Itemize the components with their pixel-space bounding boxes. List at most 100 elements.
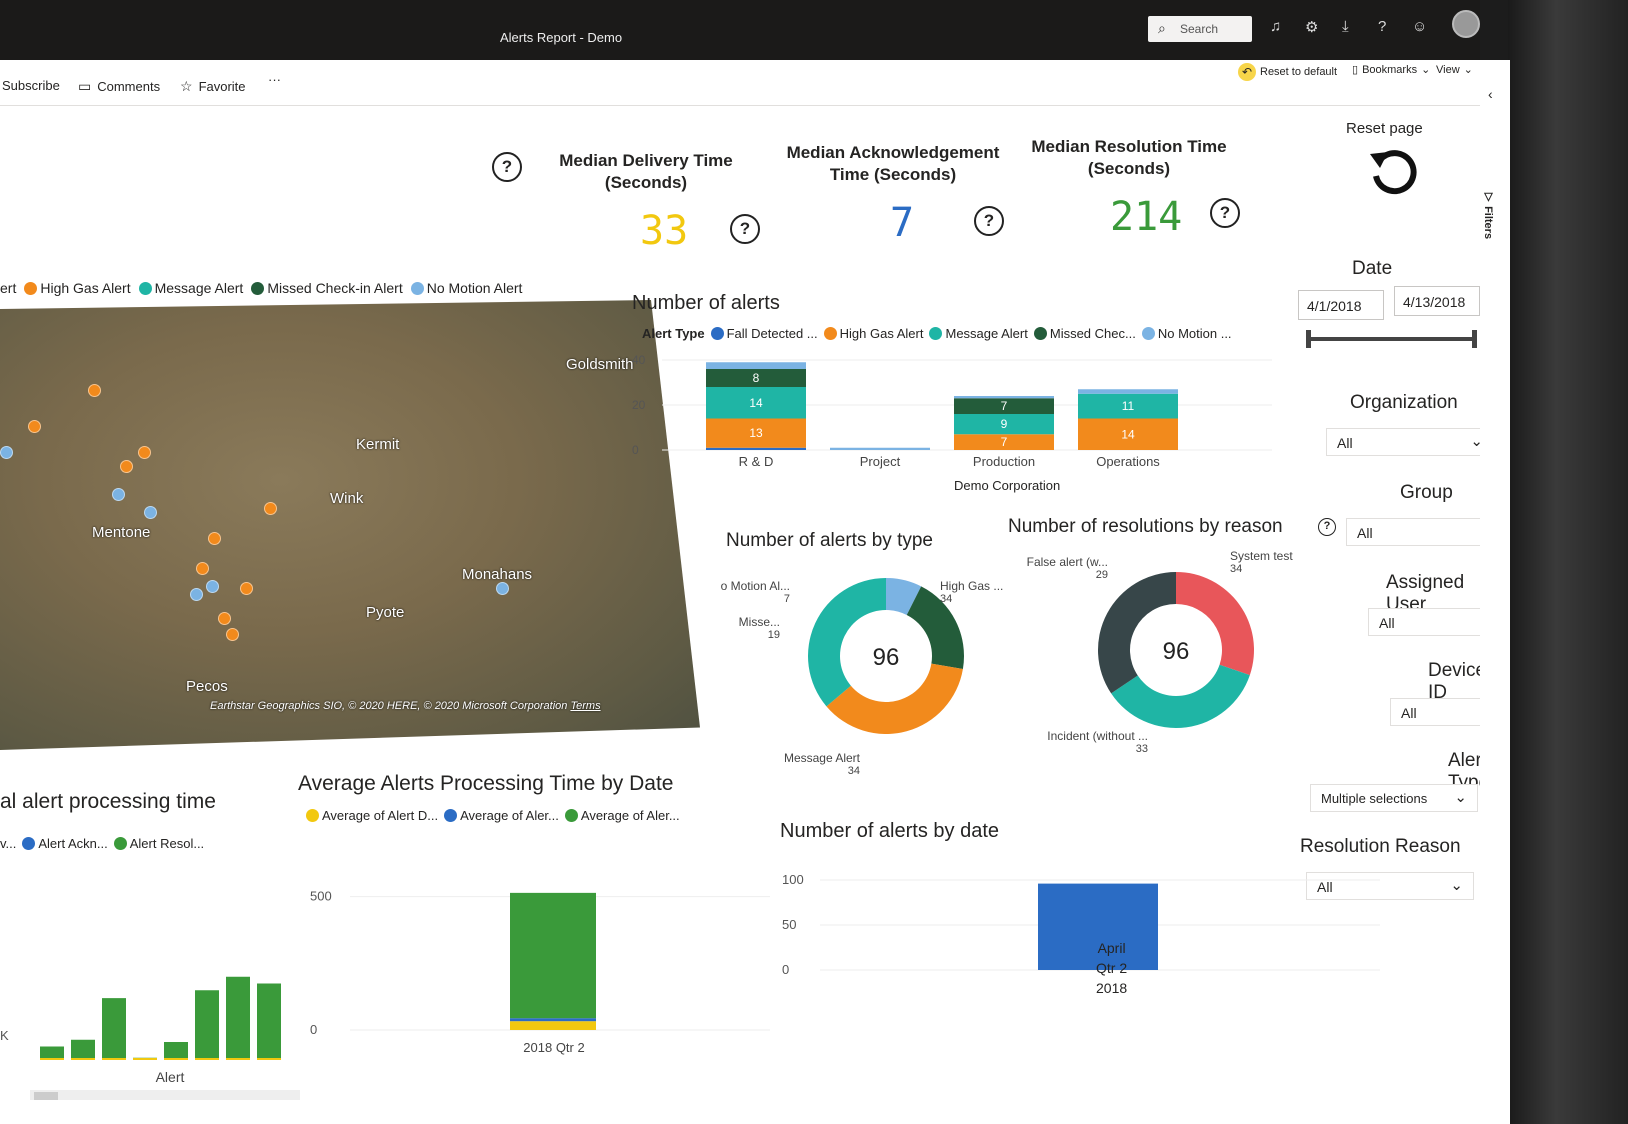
view-label: View <box>1436 63 1460 76</box>
legend-item[interactable]: Missed Chec... <box>1033 326 1136 341</box>
data-label: 13 <box>749 426 763 440</box>
bar-segment <box>1078 389 1178 394</box>
legend-item[interactable]: Average of Aler... <box>564 808 680 823</box>
donut-slice <box>826 663 963 734</box>
map-marker[interactable] <box>196 562 209 575</box>
device-id-dropdown[interactable]: All ⌄ <box>1390 698 1480 726</box>
map-marker[interactable] <box>28 420 41 433</box>
by-date-axis-labels: April Qtr 2 2018 <box>1096 938 1127 998</box>
legend-item[interactable]: Alert Ackn... <box>22 836 108 851</box>
organization-value: All <box>1337 435 1353 451</box>
donut-value-label: 34 <box>848 765 860 776</box>
legend-item[interactable]: Average of Aler... <box>444 808 559 823</box>
gear-icon[interactable]: ⚙ <box>1305 18 1318 36</box>
feedback-icon[interactable]: ☺ <box>1412 18 1427 35</box>
favorite-label: Favorite <box>198 79 246 94</box>
map-marker[interactable] <box>190 588 203 601</box>
map-legend-item[interactable]: High Gas Alert <box>24 280 131 296</box>
legend-item[interactable]: Fall Detected ... <box>710 326 818 341</box>
map-place-label: Wink <box>330 490 364 507</box>
help-icon[interactable]: ? <box>1210 198 1240 228</box>
map-terms-link[interactable]: Terms <box>570 700 600 712</box>
donut-category-label: Misse... <box>739 615 780 629</box>
legend-item[interactable]: High Gas Alert <box>823 326 923 341</box>
bar <box>164 1042 188 1060</box>
more-options-button[interactable]: ··· <box>268 72 281 87</box>
map-marker[interactable] <box>120 460 133 473</box>
data-label: 7 <box>1001 399 1008 413</box>
data-label: 14 <box>1121 427 1135 441</box>
donut-value-label: 34 <box>940 593 952 605</box>
bar-segment <box>133 1058 157 1060</box>
map-place-label: Monahans <box>462 566 533 583</box>
date-start-input[interactable]: 4/1/2018 <box>1298 290 1384 320</box>
bar-segment <box>102 1058 126 1060</box>
legend-label: Missed Chec... <box>1049 326 1136 341</box>
legend-item[interactable]: Message Alert <box>929 326 1028 341</box>
organization-dropdown[interactable]: All ⌄ <box>1326 428 1480 456</box>
legend-item[interactable]: Alert Resol... <box>113 836 204 851</box>
filters-pane[interactable]: ‹ ▽ Filters <box>1480 60 1510 1124</box>
map-marker[interactable] <box>226 628 239 641</box>
search-input[interactable]: ⌕ Search <box>1148 16 1252 42</box>
assigned-user-value: All <box>1379 615 1395 631</box>
help-icon[interactable]: ? <box>492 152 522 182</box>
help-icon[interactable]: ? <box>730 214 760 244</box>
map-marker[interactable] <box>206 580 219 593</box>
bar-segment <box>830 447 930 450</box>
kpi-delivery-value: 33 <box>640 208 689 254</box>
avatar[interactable] <box>1452 10 1480 38</box>
alerts-chart-title: Number of alerts <box>632 292 780 314</box>
date-slider-end-handle[interactable] <box>1472 330 1477 348</box>
reset-page-icon[interactable] <box>1368 146 1420 198</box>
date-range-slider[interactable] <box>1308 337 1476 341</box>
filters-label: ▽ Filters <box>1482 190 1495 239</box>
bookmarks-button[interactable]: ▯ Bookmarks ⌄ <box>1352 63 1430 77</box>
reset-to-default-button[interactable]: ↶ Reset to default <box>1238 63 1337 81</box>
collapse-chevron-icon[interactable]: ‹ <box>1488 86 1493 102</box>
date-slider-start-handle[interactable] <box>1306 330 1311 348</box>
help-icon[interactable]: ? <box>974 206 1004 236</box>
map-marker[interactable] <box>208 532 221 545</box>
y-tick-label: 0 <box>782 962 789 977</box>
map-marker[interactable] <box>112 488 125 501</box>
map-legend-item[interactable]: Message Alert <box>138 280 243 296</box>
legend-label: Average of Aler... <box>460 808 559 823</box>
map-marker[interactable] <box>88 384 101 397</box>
favorite-button[interactable]: ☆ Favorite <box>180 78 246 95</box>
legend-dot <box>823 327 837 340</box>
map-marker[interactable] <box>240 582 253 595</box>
view-button[interactable]: View ⌄ <box>1436 63 1473 77</box>
comments-button[interactable]: ▭ Comments <box>78 78 160 95</box>
bell-icon[interactable]: ♫ <box>1270 18 1281 35</box>
map-legend-item[interactable]: Missed Check-in Alert <box>251 280 403 296</box>
resolutions-by-reason-donut: 96 False alert (w...29 System test34 Incide… <box>1027 549 1294 755</box>
help-icon[interactable]: ? <box>1318 518 1336 536</box>
map-marker[interactable] <box>138 446 151 459</box>
legend-item[interactable]: No Motion ... <box>1141 326 1232 341</box>
download-icon[interactable]: ⤓ <box>1342 18 1349 35</box>
kpi-ack-value: 7 <box>890 200 915 246</box>
group-dropdown[interactable]: All ⌄ <box>1346 518 1480 546</box>
date-end-input[interactable]: 4/13/2018 <box>1394 286 1480 316</box>
x-tick-label: Production <box>973 454 1035 469</box>
legend-dot <box>22 837 36 850</box>
map-marker[interactable] <box>496 582 509 595</box>
data-label: 7 <box>1001 435 1008 449</box>
bar-segment <box>510 1018 596 1022</box>
by-date-year: 2018 <box>1096 980 1128 996</box>
map-place-label: Kermit <box>356 436 400 453</box>
legend-item[interactable]: Average of Alert D... <box>306 808 438 823</box>
help-icon[interactable]: ? <box>1378 18 1386 35</box>
subscribe-button[interactable]: Subscribe <box>2 78 60 93</box>
alerts-chart-legend: Alert Type Fall Detected ... High Gas Al… <box>642 326 1232 341</box>
map-legend-item[interactable]: ert <box>0 280 16 296</box>
map-marker[interactable] <box>0 446 13 459</box>
map-marker[interactable] <box>264 502 277 515</box>
alert-type-dropdown[interactable]: Multiple selections ⌄ <box>1310 784 1478 812</box>
map-marker[interactable] <box>144 506 157 519</box>
assigned-user-dropdown[interactable]: All ⌄ <box>1368 608 1480 636</box>
alert-map[interactable]: Goldsmith Kermit Wink Mentone Monahans P… <box>0 300 700 750</box>
map-marker[interactable] <box>218 612 231 625</box>
map-legend-item[interactable]: No Motion Alert <box>410 280 522 296</box>
